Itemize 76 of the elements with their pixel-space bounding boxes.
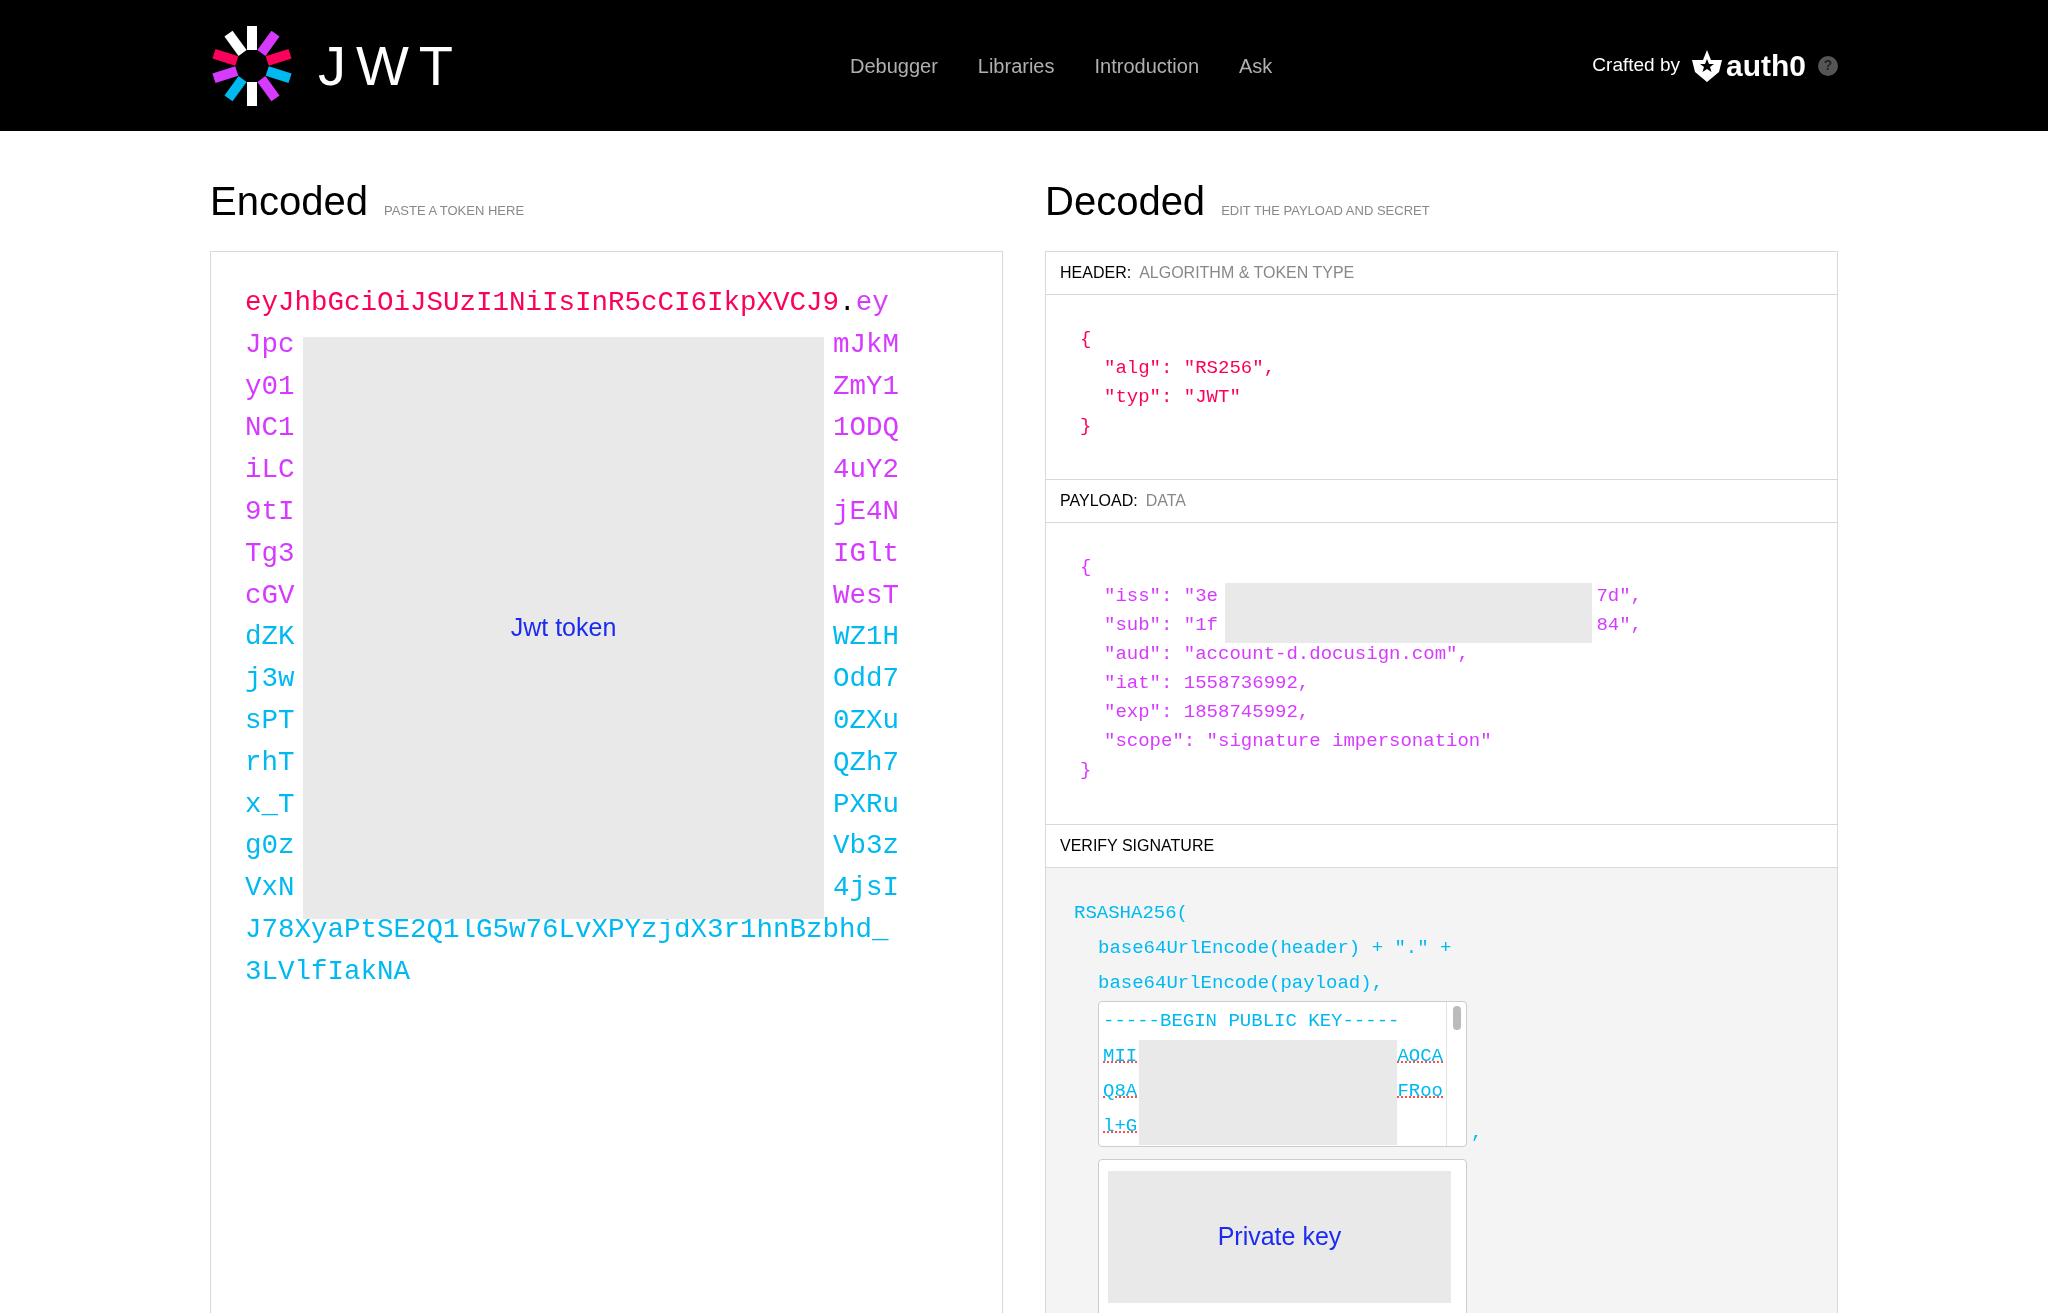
- section-label: HEADER:: [1060, 263, 1132, 283]
- key-text: AOCA: [1397, 1044, 1443, 1069]
- code-text: "iat": 1558736992,: [1104, 671, 1310, 696]
- token-text: Tg3: [245, 536, 295, 571]
- token-text: iLC: [245, 453, 295, 488]
- token-text: g0z: [245, 829, 295, 864]
- key-text: MII: [1103, 1044, 1138, 1069]
- token-text: PXRu: [833, 787, 899, 822]
- code-text: }: [1080, 414, 1092, 439]
- token-text: ZmY1: [833, 369, 899, 404]
- section-hint: DATA: [1145, 491, 1186, 511]
- token-text: 4jsI: [833, 871, 899, 906]
- token-text: y01: [245, 369, 295, 404]
- token-text: WesT: [833, 578, 899, 613]
- section-hint: PASTE A TOKEN HERE: [383, 202, 525, 220]
- section-title: Decoded: [1045, 178, 1206, 225]
- brand-text: auth0: [1726, 48, 1806, 84]
- star-shield-icon: [1692, 49, 1722, 82]
- code-text: "sub": "1f: [1104, 613, 1219, 638]
- code-text: 7d",: [1596, 584, 1642, 609]
- token-text: 9tI: [245, 495, 295, 529]
- comma-text: ,: [1471, 1120, 1483, 1146]
- logo-text: JWT: [318, 32, 464, 99]
- token-text: QZh7: [833, 745, 899, 780]
- redaction-block: Jwt token: [303, 337, 824, 919]
- token-text: VxN: [245, 871, 295, 906]
- token-text: x_T: [245, 787, 295, 822]
- code-text: base64UrlEncode(header) + "." +: [1097, 936, 1453, 961]
- token-text: WZ1H: [833, 620, 899, 655]
- code-text: "exp": 1858745992,: [1104, 700, 1310, 725]
- token-text: jE4N: [833, 495, 899, 529]
- token-text: 1ODQ: [833, 411, 899, 446]
- token-text: 3LVlfIakNA: [245, 954, 411, 989]
- code-text: }: [1080, 758, 1092, 783]
- nav-link[interactable]: Debugger: [849, 50, 938, 81]
- starburst-logo-icon: [210, 23, 294, 108]
- code-text: "scope": "signature impersonation": [1104, 729, 1492, 754]
- token-text: sPT: [245, 703, 295, 738]
- private-key-field[interactable]: Private key: [1098, 1159, 1467, 1313]
- key-text: -----BEGIN PUBLIC KEY-----: [1103, 1009, 1400, 1034]
- token-text: NC1: [245, 411, 295, 446]
- section-title: Encoded: [210, 178, 368, 225]
- key-text: FRoo: [1397, 1079, 1443, 1104]
- section-hint: EDIT THE PAYLOAD AND SECRET: [1221, 202, 1430, 220]
- code-text: "typ": "JWT": [1104, 385, 1241, 410]
- redaction-block: Private key: [1108, 1171, 1451, 1303]
- encoded-token-panel[interactable]: [210, 251, 1003, 1313]
- token-text: IGlt: [833, 536, 899, 571]
- section-label: PAYLOAD:: [1060, 491, 1138, 511]
- token-text: 4uY2: [833, 453, 899, 488]
- section-label: VERIFY SIGNATURE: [1060, 836, 1215, 856]
- nav-link[interactable]: Ask: [1239, 50, 1273, 81]
- token-text: mJkM: [833, 327, 899, 362]
- token-text: Vb3z: [833, 829, 899, 864]
- code-text: "iss": "3e: [1104, 584, 1219, 609]
- token-text: rhT: [245, 745, 295, 780]
- section-hint: ALGORITHM & TOKEN TYPE: [1139, 263, 1355, 283]
- code-text: RSASHA256(: [1074, 901, 1190, 926]
- token-text: cGV: [245, 578, 295, 613]
- code-text: 84",: [1596, 613, 1642, 638]
- crafted-by-text: Crafted by: [1592, 53, 1680, 78]
- code-text: {: [1080, 327, 1092, 352]
- key-text: Q8A: [1103, 1079, 1138, 1104]
- code-text: {: [1080, 555, 1092, 580]
- token-text: eyJhbGciOiJSUzI1NiIsInR5cCI6IkpXVCJ9.ey: [245, 286, 889, 320]
- code-text: base64UrlEncode(payload),: [1097, 971, 1385, 996]
- nav-link[interactable]: Libraries: [977, 50, 1055, 81]
- code-text: "aud": "account-d.docusign.com",: [1104, 642, 1469, 667]
- token-text: Odd7: [833, 662, 899, 697]
- code-text: "alg": "RS256",: [1104, 356, 1276, 381]
- token-text: j3w: [245, 662, 295, 697]
- token-text: 0ZXu: [833, 703, 899, 738]
- nav-link[interactable]: Introduction: [1094, 50, 1199, 81]
- token-text: dZK: [245, 620, 295, 655]
- token-text: Jpc: [245, 327, 295, 362]
- key-text: l+G: [1103, 1114, 1138, 1139]
